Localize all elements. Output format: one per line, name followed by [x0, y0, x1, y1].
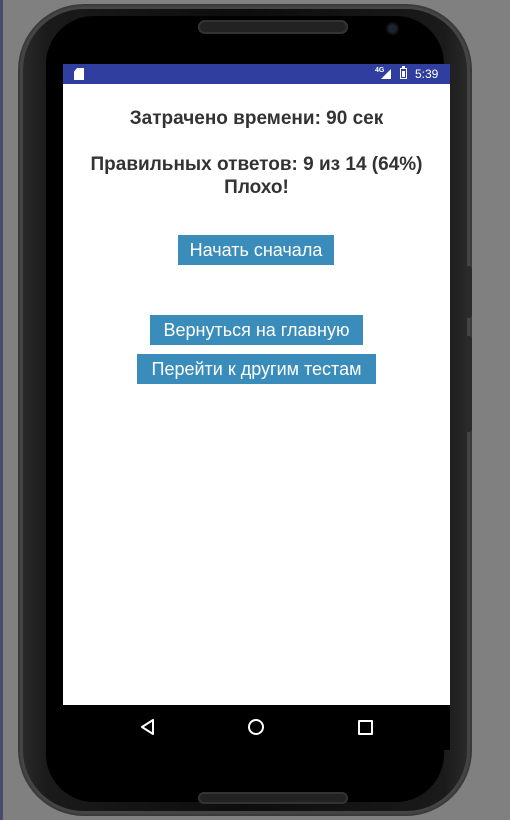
- go-home-button[interactable]: Вернуться на главную: [150, 315, 363, 345]
- battery-icon: [400, 66, 407, 79]
- status-time: 5:39: [415, 67, 439, 81]
- back-icon[interactable]: [140, 719, 156, 735]
- correct-answers-text: Правильных ответов: 9 из 14 (64%): [90, 154, 423, 175]
- recent-apps-icon[interactable]: [358, 720, 373, 735]
- bottom-speaker: [198, 792, 348, 804]
- app-screen: 4G 5:39 Затрачено времени: 90 сек Правил…: [63, 64, 450, 705]
- navigation-bar: [63, 705, 450, 750]
- time-spent-text: Затрачено времени: 90 сек: [129, 108, 384, 129]
- top-speaker: [198, 20, 348, 34]
- signal-icon: [381, 69, 391, 79]
- emulator-background: 4G 5:39 Затрачено времени: 90 сек Правил…: [0, 0, 510, 820]
- verdict-text: Плохо!: [224, 177, 289, 198]
- results-content: Затрачено времени: 90 сек Правильных отв…: [63, 84, 450, 705]
- home-icon[interactable]: [248, 719, 264, 735]
- power-button[interactable]: [466, 266, 472, 318]
- front-camera: [388, 24, 397, 33]
- volume-button[interactable]: [466, 336, 472, 432]
- sim-card-icon: [74, 68, 84, 80]
- restart-button[interactable]: Начать сначала: [178, 235, 334, 265]
- window-edge: [0, 0, 3, 820]
- status-bar: 4G 5:39: [63, 64, 450, 84]
- other-tests-button[interactable]: Перейти к другим тестам: [137, 354, 376, 384]
